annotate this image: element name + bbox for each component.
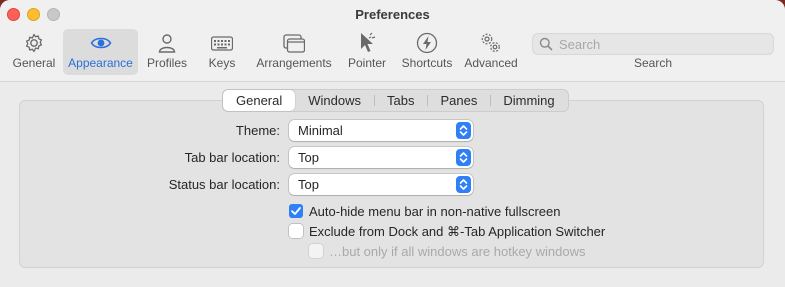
toolbar-pointer-label: Pointer	[347, 56, 387, 70]
theme-value: Minimal	[298, 123, 343, 138]
toolbar-keys-label: Keys	[208, 56, 236, 70]
tab-dimming[interactable]: Dimming	[490, 90, 567, 111]
toolbar-pointer[interactable]: Pointer	[344, 29, 390, 75]
chevron-up-down-icon	[456, 149, 471, 166]
tab-tabs[interactable]: Tabs	[374, 90, 427, 111]
eye-icon	[90, 37, 111, 49]
status-bar-location-value: Top	[298, 177, 319, 192]
toolbar-keys[interactable]: Keys	[200, 29, 244, 75]
toolbar-general[interactable]: General	[10, 29, 58, 75]
status-bar-location-label: Status bar location:	[168, 177, 280, 192]
windows-icon	[283, 34, 305, 53]
toolbar-profiles-label: Profiles	[146, 56, 187, 70]
theme-popup[interactable]: Minimal	[289, 120, 473, 141]
toolbar-arrangements[interactable]: Arrangements	[254, 29, 334, 75]
toolbar-advanced-label: Advanced	[464, 56, 518, 70]
tab-bar: General Windows Tabs Panes Dimming	[222, 89, 569, 112]
search-input[interactable]	[559, 35, 769, 53]
keyboard-icon	[211, 36, 233, 51]
search-icon	[539, 37, 553, 51]
checkmark-icon	[291, 207, 301, 215]
toolbar-arrangements-label: Arrangements	[256, 56, 332, 70]
toolbar-shortcuts-label: Shortcuts	[401, 56, 453, 70]
auto-hide-menu-bar-label: Auto-hide menu bar in non-native fullscr…	[309, 204, 561, 219]
tab-general[interactable]: General	[223, 90, 296, 111]
search-label: Search	[633, 56, 673, 70]
toolbar-shortcuts[interactable]: Shortcuts	[398, 29, 456, 75]
toolbar-general-label: General	[12, 56, 56, 70]
only-hotkey-windows-checkbox	[309, 244, 323, 258]
chevron-up-down-icon	[456, 122, 471, 139]
tab-bar-location-label: Tab bar location:	[184, 150, 280, 165]
theme-label: Theme:	[235, 123, 280, 138]
toolbar-appearance[interactable]: Appearance	[63, 29, 138, 75]
tab-panes[interactable]: Panes	[427, 90, 490, 111]
gear-icon	[25, 33, 43, 53]
titlebar: Preferences General Appearance Profiles	[0, 0, 785, 82]
search-field[interactable]	[532, 33, 774, 55]
auto-hide-menu-bar-checkbox[interactable]	[289, 204, 303, 218]
toolbar-appearance-label: Appearance	[68, 56, 133, 70]
tab-bar-location-popup[interactable]: Top	[289, 147, 473, 168]
toolbar-profiles[interactable]: Profiles	[143, 29, 191, 75]
toolbar-advanced[interactable]: Advanced	[463, 29, 519, 75]
person-icon	[158, 34, 176, 53]
exclude-from-dock-checkbox[interactable]	[289, 224, 303, 238]
only-hotkey-windows-label: …but only if all windows are hotkey wind…	[329, 244, 586, 259]
status-bar-location-popup[interactable]: Top	[289, 174, 473, 195]
gears-icon	[481, 33, 500, 52]
preferences-window: Preferences General Appearance Profiles	[0, 0, 785, 287]
bolt-icon	[416, 32, 438, 54]
tab-bar-location-value: Top	[298, 150, 319, 165]
pointer-icon	[361, 32, 376, 52]
window-title: Preferences	[355, 7, 430, 22]
chevron-up-down-icon	[456, 176, 471, 193]
exclude-from-dock-label: Exclude from Dock and ⌘-Tab Application …	[309, 224, 606, 239]
tab-windows[interactable]: Windows	[295, 90, 374, 111]
